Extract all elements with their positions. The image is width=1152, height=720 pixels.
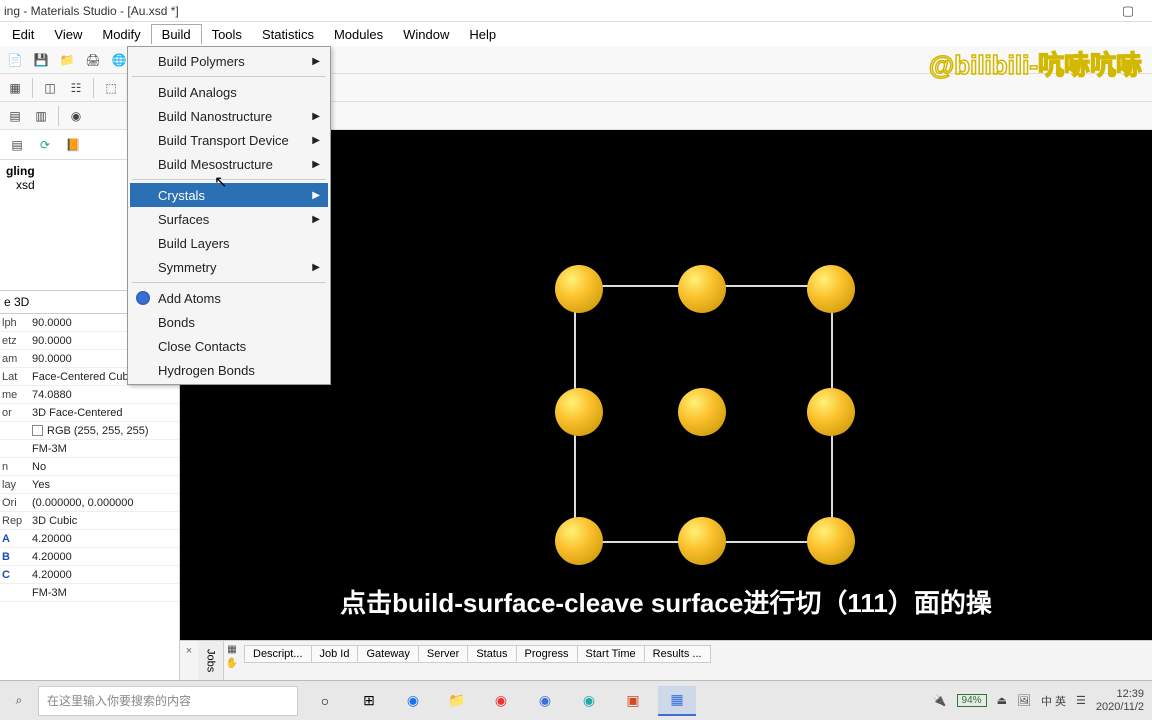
menu-tools[interactable]: Tools (202, 25, 252, 44)
menu-build[interactable]: Build (151, 24, 202, 44)
jobs-column-header[interactable]: Job Id (311, 645, 359, 663)
menu-item-close-contacts[interactable]: Close Contacts (130, 334, 328, 358)
search-input[interactable]: 在这里输入你要搜索的内容 (38, 686, 298, 716)
atom[interactable] (555, 388, 603, 436)
jobs-header: Descript...Job IdGatewayServerStatusProg… (244, 641, 1152, 680)
tool-icon[interactable]: ☷ (65, 77, 87, 99)
property-row[interactable]: A4.20000 (0, 530, 179, 548)
menu-item-build-polymers[interactable]: Build Polymers▶ (130, 49, 328, 73)
tool-icon[interactable]: ▦ (4, 77, 26, 99)
taskview-icon[interactable]: ⊞ (350, 686, 388, 716)
menu-modules[interactable]: Modules (324, 25, 393, 44)
tool-icon[interactable]: ▤ (4, 105, 26, 127)
menu-item-build-transport-device[interactable]: Build Transport Device▶ (130, 128, 328, 152)
tray-icon[interactable]: ☰ (1076, 694, 1086, 707)
explorer-icon[interactable]: 📁 (438, 686, 476, 716)
jobs-column-header[interactable]: Gateway (357, 645, 418, 663)
taskbar: ⌕ 在这里输入你要搜索的内容 ○ ⊞ ◉ 📁 ◉ ◉ ◉ ▣ ▦ 🔌 94% ⏏… (0, 680, 1152, 720)
tool-icon[interactable]: ▦ (224, 643, 240, 655)
folder-icon[interactable]: 📁 (56, 49, 78, 71)
ime-indicator[interactable]: 中 英 (1041, 693, 1066, 709)
jobs-column-header[interactable]: Descript... (244, 645, 312, 663)
menu-item-build-mesostructure[interactable]: Build Mesostructure▶ (130, 152, 328, 176)
maximize-icon[interactable]: ▢ (1108, 3, 1148, 19)
caption-text: 点击build-surface-cleave surface进行切（111）面的… (340, 583, 992, 620)
property-row[interactable]: nNo (0, 458, 179, 476)
menu-item-hydrogen-bonds[interactable]: Hydrogen Bonds (130, 358, 328, 382)
jobs-column-header[interactable]: Progress (516, 645, 578, 663)
menu-item-symmetry[interactable]: Symmetry▶ (130, 255, 328, 279)
power-icon[interactable]: 🔌 (933, 694, 947, 707)
book-icon[interactable]: 📙 (62, 134, 84, 156)
jobs-column-header[interactable]: Status (467, 645, 516, 663)
menu-modify[interactable]: Modify (92, 25, 150, 44)
menu-item-build-analogs[interactable]: Build Analogs (130, 80, 328, 104)
app-icon[interactable]: ◉ (526, 686, 564, 716)
atom[interactable] (678, 265, 726, 313)
menu-help[interactable]: Help (459, 25, 506, 44)
watermark: @bilibili-吭哧吭哧 (929, 45, 1142, 82)
menu-item-surfaces[interactable]: Surfaces▶ (130, 207, 328, 231)
tray-icon[interactable]: 🖼 (1017, 694, 1031, 707)
search-placeholder: 在这里输入你要搜索的内容 (47, 692, 191, 709)
title-bar: ing - Materials Studio - [Au.xsd *] ▢ (0, 0, 1152, 22)
menu-item-add-atoms[interactable]: Add Atoms (130, 286, 328, 310)
filter-icon[interactable]: ▤ (6, 134, 28, 156)
build-dropdown: Build Polymers▶ Build AnalogsBuild Nanost… (127, 46, 331, 385)
battery-indicator[interactable]: 94% (957, 694, 987, 707)
tool-icon[interactable]: ◫ (39, 77, 61, 99)
window-title: ing - Materials Studio - [Au.xsd *] (4, 4, 179, 18)
search-icon[interactable]: ⌕ (8, 690, 30, 712)
tool-icon[interactable]: ⬚ (100, 77, 122, 99)
menu-item-crystals[interactable]: Crystals▶ (130, 183, 328, 207)
property-row[interactable]: RGB (255, 255, 255) (0, 422, 179, 440)
property-row[interactable]: C4.20000 (0, 566, 179, 584)
atom[interactable] (555, 265, 603, 313)
cursor-icon: ↖ (214, 172, 227, 192)
property-row[interactable]: Ori(0.000000, 0.000000 (0, 494, 179, 512)
atom[interactable] (807, 265, 855, 313)
app-icon[interactable]: ◉ (482, 686, 520, 716)
property-row[interactable]: FM-3M (0, 440, 179, 458)
atom[interactable] (678, 517, 726, 565)
save-icon[interactable]: 💾 (30, 49, 52, 71)
menu-statistics[interactable]: Statistics (252, 25, 324, 44)
jobs-column-header[interactable]: Start Time (577, 645, 645, 663)
jobs-column-header[interactable]: Results ... (644, 645, 711, 663)
menu-bar: Edit View Modify Build Tools Statistics … (0, 22, 1152, 46)
atom[interactable] (555, 517, 603, 565)
powerpoint-icon[interactable]: ▣ (614, 686, 652, 716)
app-icon[interactable]: ◉ (570, 686, 608, 716)
clock[interactable]: 12:39 2020/11/2 (1096, 688, 1144, 712)
tool-icon[interactable]: ▥ (30, 105, 52, 127)
property-row[interactable]: Rep3D Cubic (0, 512, 179, 530)
menu-window[interactable]: Window (393, 25, 459, 44)
property-row[interactable]: or3D Face-Centered (0, 404, 179, 422)
menu-view[interactable]: View (44, 25, 92, 44)
print-icon[interactable]: 🖨 (82, 49, 104, 71)
property-row[interactable]: FM-3M (0, 584, 179, 602)
atom[interactable] (678, 388, 726, 436)
tray-icon[interactable]: ⏏ (997, 694, 1007, 707)
tool-icon[interactable]: ◉ (65, 105, 87, 127)
cortana-icon[interactable]: ○ (306, 686, 344, 716)
property-row[interactable]: me74.0880 (0, 386, 179, 404)
property-row[interactable]: layYes (0, 476, 179, 494)
menu-edit[interactable]: Edit (2, 25, 44, 44)
atom[interactable] (807, 388, 855, 436)
materials-studio-icon[interactable]: ▦ (658, 686, 696, 716)
jobs-tab[interactable]: Jobs (198, 641, 224, 680)
jobs-column-header[interactable]: Server (418, 645, 468, 663)
menu-item-build-layers[interactable]: Build Layers (130, 231, 328, 255)
edge-icon[interactable]: ◉ (394, 686, 432, 716)
new-icon[interactable]: 📄 (4, 49, 26, 71)
hand-icon[interactable]: ✋ (224, 657, 240, 669)
refresh-icon[interactable]: ⟳ (34, 134, 56, 156)
close-icon[interactable]: × (180, 641, 198, 680)
menu-item-bonds[interactable]: Bonds (130, 310, 328, 334)
atom[interactable] (807, 517, 855, 565)
property-row[interactable]: B4.20000 (0, 548, 179, 566)
menu-item-build-nanostructure[interactable]: Build Nanostructure▶ (130, 104, 328, 128)
jobs-panel: × Jobs ▦ ✋ Descript...Job IdGatewayServe… (180, 640, 1152, 680)
